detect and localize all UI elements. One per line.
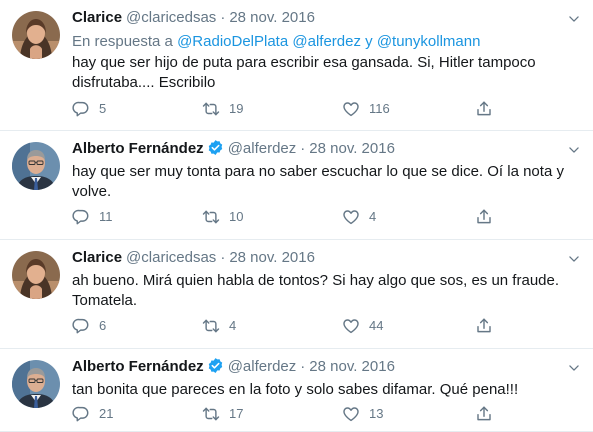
user-handle[interactable]: @claricedsas [126,249,216,266]
like-count: 116 [369,101,390,116]
tweet-header: Clarice @claricedsas · 28 nov. 2016 [72,8,315,28]
reply-count: 21 [99,406,114,421]
share-icon [475,405,493,423]
like-count: 13 [369,406,384,421]
tweet-header: Alberto Fernández @alferdez · 28 nov. 2016 [72,139,395,159]
user-name[interactable]: Alberto Fernández [72,140,204,157]
retweet-icon [202,317,220,335]
tweet-date[interactable]: 28 nov. 2016 [309,358,395,375]
separator: · [220,249,226,266]
share-button[interactable] [475,99,493,119]
tweet-text-line: Tomatela. [72,292,138,309]
tweet-text: hay que ser muy tonta para no saber escu… [72,162,572,202]
share-icon [475,100,493,118]
verified-badge-icon [207,357,224,374]
tweet-actions: 21 17 13 [72,404,512,424]
reply-button[interactable]: 11 [72,207,113,227]
verified-badge-icon [207,139,224,156]
heart-icon [342,208,360,226]
tweet-text: ah bueno. Mirá quien habla de tontos? Si… [72,271,572,311]
reply-prefix: En respuesta a [72,33,173,50]
chevron-down-icon[interactable] [567,143,581,157]
retweet-count: 19 [229,101,244,116]
like-button[interactable]: 116 [342,99,390,119]
share-button[interactable] [475,316,493,336]
reply-icon [72,100,90,118]
reply-icon [72,208,90,226]
tweet-header: Clarice @claricedsas · 28 nov. 2016 [72,248,315,268]
tweet-actions: 6 4 44 [72,316,512,336]
user-handle[interactable]: @alferdez [228,140,297,157]
tweet-date[interactable]: 28 nov. 2016 [309,140,395,157]
separator: · [300,140,306,157]
like-count: 44 [369,318,384,333]
reply-count: 11 [99,209,113,224]
reply-count: 5 [99,101,107,116]
user-handle[interactable]: @claricedsas [126,9,216,26]
reply-icon [72,405,90,423]
tweet[interactable]: Clarice @claricedsas · 28 nov. 2016 ah buen… [0,240,593,349]
chevron-down-icon[interactable] [567,252,581,266]
retweet-button[interactable]: 10 [202,207,243,227]
tweet-text-line: disfrutaba.... Escribilo [72,74,216,91]
like-button[interactable]: 44 [342,316,383,336]
reply-mention-radiodelplata[interactable]: @RadioDelPlata [177,33,288,50]
reply-button[interactable]: 6 [72,316,106,336]
tweet[interactable]: Clarice @claricedsas · 28 nov. 2016 En resp… [0,0,593,131]
reply-button[interactable]: 21 [72,404,113,424]
retweet-count: 4 [229,318,237,333]
share-icon [475,208,493,226]
retweet-icon [202,208,220,226]
avatar[interactable] [12,360,60,408]
tweet-header: Alberto Fernández @alferdez · 28 nov. 2016 [72,357,395,377]
separator: · [220,9,226,26]
retweet-button[interactable]: 4 [202,316,236,336]
tweet-text: hay que ser hijo de puta para escribir e… [72,53,572,93]
retweet-button[interactable]: 19 [202,99,243,119]
share-button[interactable] [475,207,493,227]
heart-icon [342,100,360,118]
avatar[interactable] [12,142,60,190]
user-handle[interactable]: @alferdez [228,358,297,375]
tweet-text-line: hay que ser hijo de puta para escribir e… [72,54,536,71]
like-button[interactable]: 13 [342,404,383,424]
share-icon [475,317,493,335]
retweet-count: 17 [229,406,244,421]
retweet-count: 10 [229,209,244,224]
tweet-actions: 5 19 116 [72,99,512,119]
chevron-down-icon[interactable] [567,12,581,26]
reply-button[interactable]: 5 [72,99,106,119]
chevron-down-icon[interactable] [567,361,581,375]
reply-count: 6 [99,318,107,333]
tweet[interactable]: Alberto Fernández @alferdez · 28 nov. 2016 … [0,131,593,240]
tweet-actions: 11 10 4 [72,207,512,227]
reply-conjunction: y [365,33,373,50]
tweet-text-line: tan bonita que pareces en la foto y solo… [72,381,519,398]
share-button[interactable] [475,404,493,424]
like-button[interactable]: 4 [342,207,376,227]
tweet-text: tan bonita que pareces en la foto y solo… [72,380,572,400]
reply-icon [72,317,90,335]
reply-mention-tunykollmann[interactable]: @tunykollmann [377,33,481,50]
tweet[interactable]: Alberto Fernández @alferdez · 28 nov. 2016 … [0,349,593,432]
tweet-text-line: ah bueno. Mirá quien habla de tontos? Si… [72,272,560,289]
heart-icon [342,405,360,423]
heart-icon [342,317,360,335]
user-name[interactable]: Alberto Fernández [72,358,204,375]
user-name[interactable]: Clarice [72,249,122,266]
avatar[interactable] [12,11,60,59]
tweet-text-line: volve. [72,183,112,200]
like-count: 4 [369,209,377,224]
tweet-date[interactable]: 28 nov. 2016 [229,249,315,266]
user-name[interactable]: Clarice [72,9,122,26]
tweet-text-line: hay que ser muy tonta para no saber escu… [72,163,564,180]
separator: · [300,358,306,375]
reply-mention-alferdez[interactable]: @alferdez [292,33,361,50]
avatar[interactable] [12,251,60,299]
retweet-button[interactable]: 17 [202,404,243,424]
reply-context: En respuesta a @RadioDelPlata @alferdez … [72,32,480,52]
retweet-icon [202,100,220,118]
tweet-date[interactable]: 28 nov. 2016 [229,9,315,26]
retweet-icon [202,405,220,423]
